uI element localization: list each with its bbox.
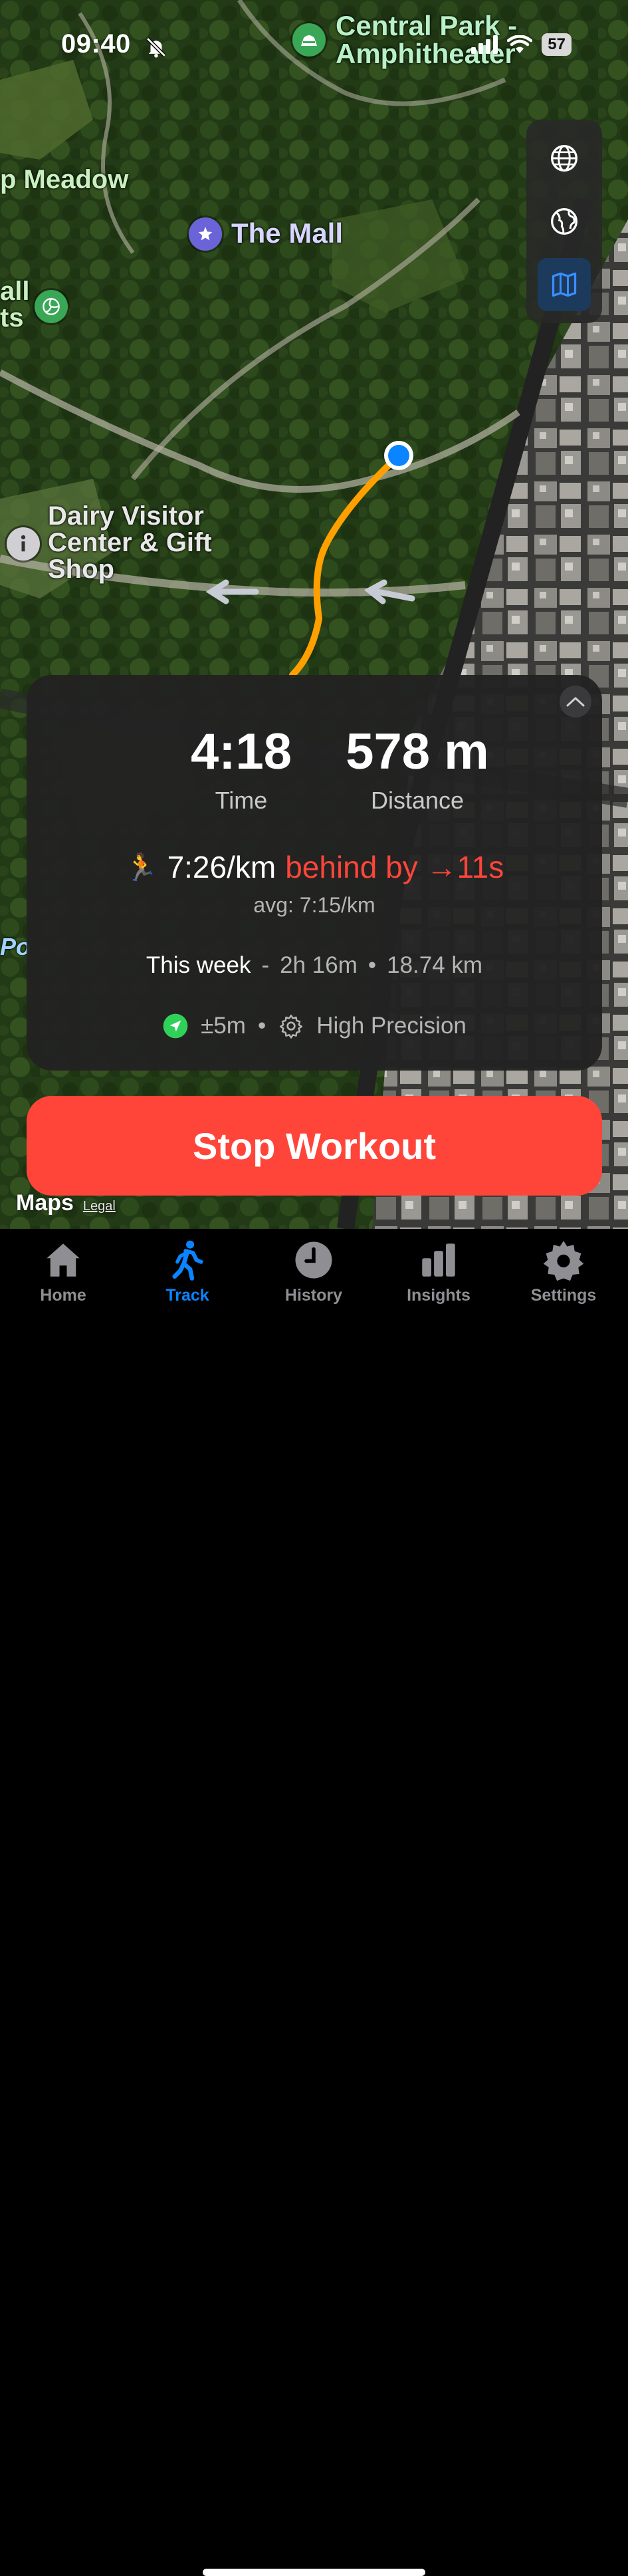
separator-dot: • [257,1013,266,1039]
home-indicator [203,2569,425,2576]
location-arrow-icon [163,1013,188,1039]
average-pace: avg: 7:15/km [253,893,375,917]
signal-icon [471,35,498,54]
bell-slash-icon [146,37,166,58]
legal-link[interactable]: Legal [83,1199,116,1214]
tab-track[interactable]: Track [134,1238,241,1318]
week-title: This week [146,952,251,978]
globe-button[interactable] [538,132,591,185]
gps-accuracy: ±5m [201,1013,246,1039]
maps-brand: Maps [16,1190,74,1216]
separator-dot: • [367,952,377,978]
pace-delta: behind by →11s [285,850,504,884]
weekly-summary: This week - 2h 16m • 18.74 km [27,952,602,979]
bar-chart-icon [422,1243,455,1277]
precision-mode[interactable]: High Precision [316,1013,467,1039]
collapse-button[interactable] [560,686,591,717]
battery-icon: 57 [542,33,572,56]
tab-settings[interactable]: Settings [510,1238,617,1318]
info-icon[interactable] [7,527,40,561]
volleyball-icon[interactable] [35,290,68,323]
poi-label-dairy-visitor-center[interactable]: Dairy Visitor Center & Gift Shop [48,503,234,582]
tab-bar: Home Track History Insights Settings [0,1229,628,2576]
globe-icon [551,145,577,172]
poi-label-ball-courts[interactable]: all ts [0,278,29,331]
gear-icon [543,1241,584,1281]
poi-label-meadow[interactable]: p Meadow [0,166,128,193]
gear-icon[interactable] [278,1013,304,1039]
distance-value: 578 m [346,723,489,780]
walk-icon [172,1240,203,1281]
runner-icon: 🏃 [124,852,158,882]
pace-row: 🏃 7:26/km behind by →11s [27,849,602,885]
wifi-icon [507,35,533,53]
map-icon [552,272,577,297]
map-style-controls [526,120,602,323]
status-time: 09:40 [61,29,131,59]
gps-status: ±5m • High Precision [27,1013,602,1039]
tab-track-label: Track [165,1286,209,1305]
satellite-globe-button[interactable] [538,195,591,248]
status-indicators: 57 [471,33,572,56]
tab-settings-label: Settings [530,1286,597,1305]
globe-outline-icon [551,208,577,235]
current-pace: 7:26/km [167,850,276,884]
tab-history[interactable]: History [261,1238,367,1318]
workout-stats-card: 4:18 Time 578 m Distance 🏃 7:26/km behin… [27,675,602,1071]
tab-history-label: History [284,1286,343,1305]
separator-dash: - [261,952,270,978]
chevron-up-icon [566,697,585,707]
tab-home-label: Home [40,1286,86,1305]
tab-insights[interactable]: Insights [385,1238,492,1318]
clock-icon [295,1241,332,1279]
map-view-button[interactable] [538,258,591,311]
distance-label: Distance [370,787,465,814]
maps-attribution: Maps Legal [16,1190,116,1216]
week-time: 2h 16m [280,952,358,978]
home-icon [47,1243,80,1277]
satellite-map[interactable]: Central Park - Amphitheater p Meadow The… [0,0,628,1229]
week-distance: 18.74 km [387,952,483,978]
stop-workout-button[interactable]: Stop Workout [27,1096,602,1196]
tab-home[interactable]: Home [10,1238,116,1318]
star-icon[interactable] [189,217,222,251]
tab-insights-label: Insights [407,1286,471,1305]
amphitheater-icon[interactable] [292,23,326,57]
poi-label-the-mall[interactable]: The Mall [231,219,343,247]
